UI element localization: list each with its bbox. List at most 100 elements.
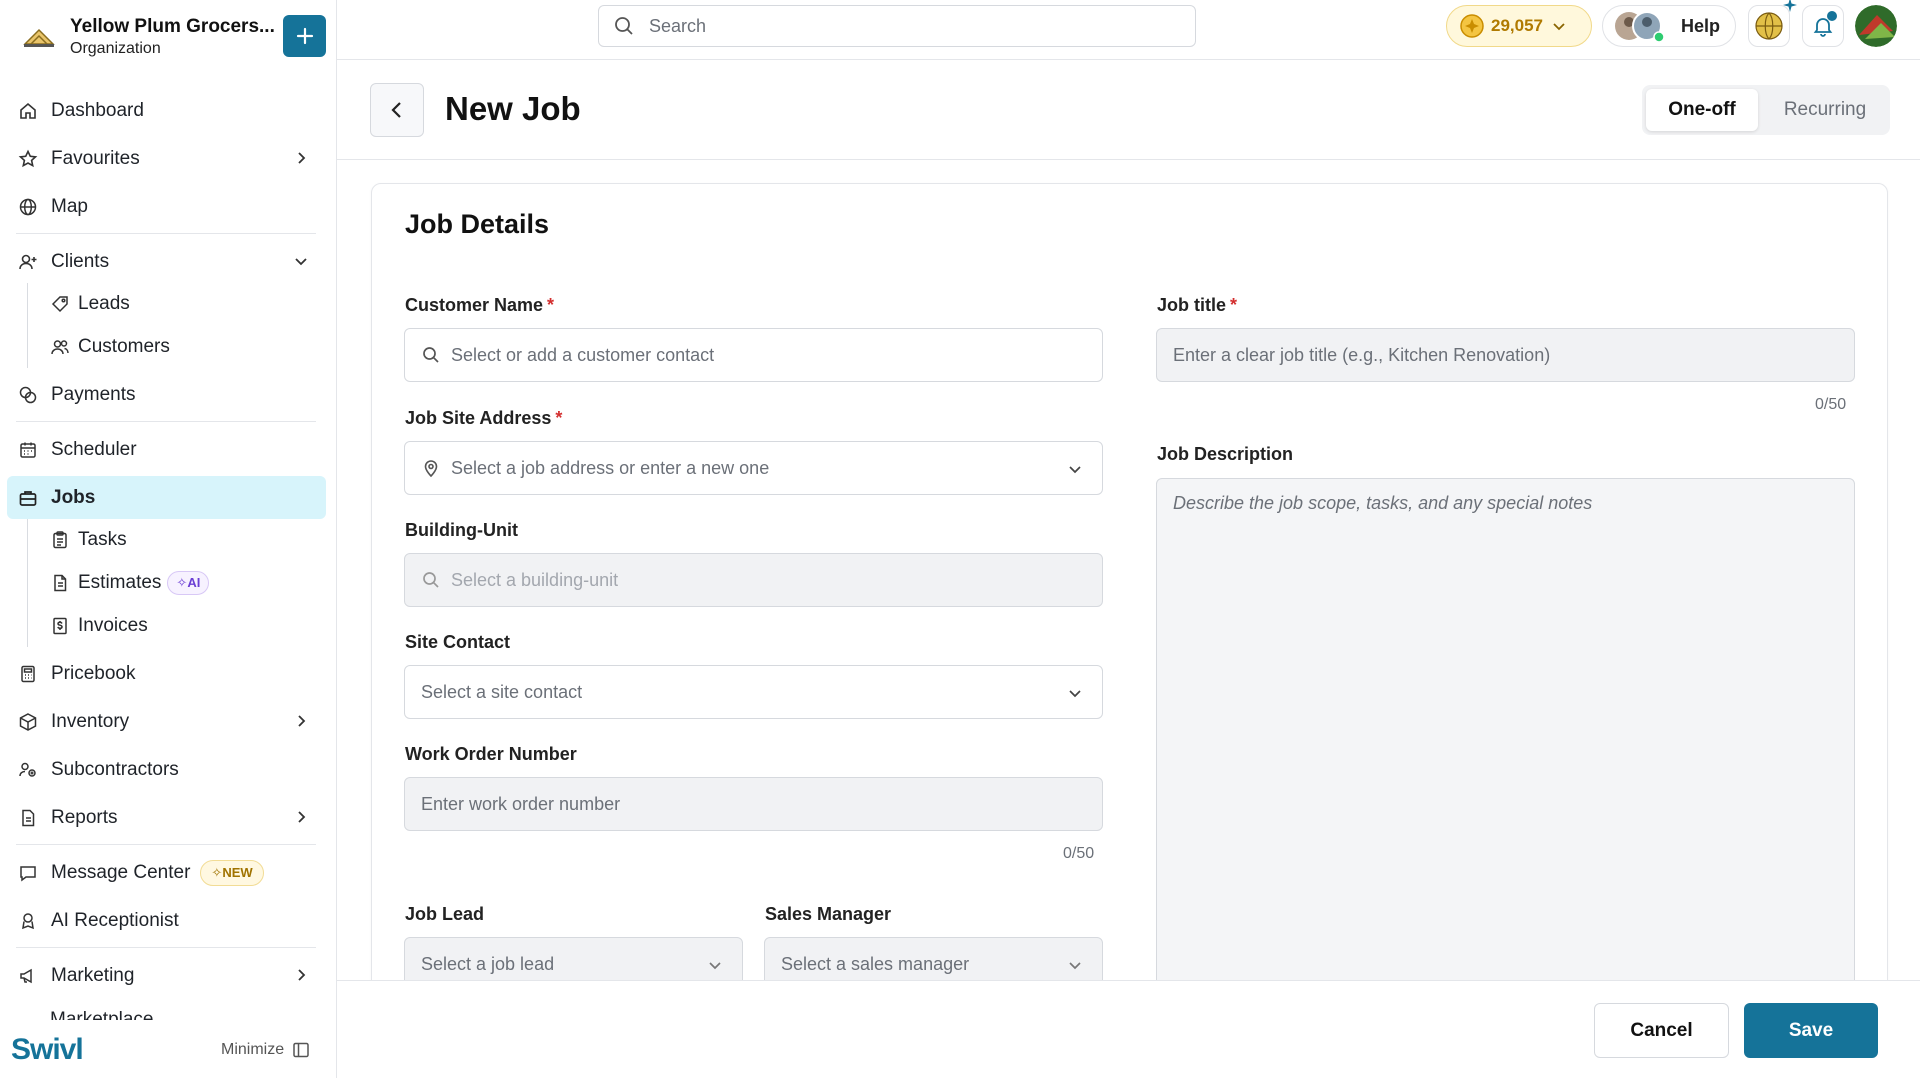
people-icon — [17, 759, 39, 781]
customer-name-field[interactable]: Select or add a customer contact — [404, 328, 1103, 382]
customer-name-placeholder: Select or add a customer contact — [451, 344, 715, 365]
chevron-down-icon — [1066, 956, 1084, 974]
sidebar-item-jobs[interactable]: Jobs — [7, 476, 326, 519]
work-order-number-label: Work Order Number — [405, 744, 577, 764]
sidebar-item-subcontractors[interactable]: Subcontractors — [7, 748, 326, 791]
building-unit-placeholder: Select a building-unit — [451, 569, 619, 590]
building-unit-label: Building-Unit — [405, 520, 518, 540]
sidebar-item-estimates[interactable]: Estimates ✧AI — [50, 564, 210, 602]
sidebar-item-favourites[interactable]: Favourites — [7, 137, 326, 180]
sidebar-item-payments[interactable]: Payments — [7, 373, 326, 416]
work-order-number-placeholder: Enter work order number — [421, 793, 621, 814]
sidebar-item-invoices[interactable]: Invoices — [50, 607, 148, 645]
sidebar-item-label: Subcontractors — [51, 758, 179, 780]
customer-name-label-text: Customer Name — [405, 295, 544, 315]
sidebar-item-pricebook[interactable]: Pricebook — [7, 652, 326, 695]
ai-badge: ✧AI — [167, 571, 210, 595]
brand-logo: Swivl — [11, 1033, 84, 1066]
sidebar-item-clients[interactable]: Clients — [7, 240, 326, 283]
location-pin-icon — [421, 458, 441, 478]
minimize-button[interactable]: Minimize — [221, 1041, 310, 1059]
tab-one-off[interactable]: One-off — [1646, 89, 1758, 131]
sidebar-item-marketing[interactable]: Marketing — [7, 954, 326, 997]
add-button[interactable] — [283, 15, 326, 57]
users-icon — [50, 337, 70, 357]
megaphone-icon — [17, 965, 39, 987]
chevron-right-icon — [291, 965, 311, 985]
top-bar: Search 29,057 Help — [337, 0, 1920, 60]
new-badge: ✧NEW — [200, 859, 264, 886]
briefcase-icon — [17, 487, 39, 509]
org-subtitle: Organization — [70, 40, 161, 57]
org-name: Yellow Plum Grocers... — [70, 16, 275, 37]
tab-recurring[interactable]: Recurring — [1764, 89, 1886, 131]
chevron-right-icon — [291, 148, 311, 168]
sidebar-toggle-icon — [292, 1041, 310, 1059]
sparkle-icon: ✧ — [211, 864, 223, 880]
search-input[interactable]: Search — [598, 5, 1196, 47]
search-placeholder: Search — [649, 15, 707, 36]
sidebar-item-reports[interactable]: Reports — [7, 796, 326, 839]
chevron-left-icon — [391, 102, 401, 118]
ball-icon — [1755, 12, 1783, 40]
sidebar-item-label: Tasks — [78, 529, 127, 550]
sidebar-item-label: Customers — [78, 336, 170, 357]
sidebar-item-label: Payments — [51, 383, 136, 405]
coins-balance-button[interactable]: 29,057 — [1446, 5, 1592, 47]
cancel-button[interactable]: Cancel — [1594, 1003, 1729, 1058]
sidebar-item-message-center[interactable]: Message Center ✧NEW — [7, 851, 326, 894]
sparkle-icon — [1783, 0, 1797, 12]
job-title-label-text: Job title — [1157, 295, 1227, 315]
sidebar-item-ai-receptionist[interactable]: AI Receptionist — [7, 899, 326, 942]
clipboard-icon — [50, 530, 70, 550]
chevron-down-icon — [706, 956, 724, 974]
sidebar-item-marketplace[interactable]: Marketplace — [16, 1008, 154, 1020]
job-title-field[interactable]: Enter a clear job title (e.g., Kitchen R… — [1156, 328, 1855, 382]
sidebar-item-dashboard[interactable]: Dashboard — [7, 89, 326, 132]
chevron-down-icon — [291, 251, 311, 271]
chevron-down-icon — [1066, 460, 1084, 478]
sidebar-item-inventory[interactable]: Inventory — [7, 700, 326, 743]
sidebar-item-map[interactable]: Map — [7, 185, 326, 228]
help-button[interactable]: Help — [1602, 5, 1736, 47]
job-title-placeholder: Enter a clear job title (e.g., Kitchen R… — [1173, 344, 1551, 365]
footer-actions: Cancel Save — [337, 980, 1920, 1078]
sidebar-item-scheduler[interactable]: Scheduler — [7, 428, 326, 471]
help-label: Help — [1681, 15, 1721, 36]
support-avatars — [1613, 9, 1669, 43]
divider — [16, 947, 316, 948]
job-site-address-field[interactable]: Select a job address or enter a new one — [404, 441, 1103, 495]
job-lead-placeholder: Select a job lead — [421, 953, 555, 974]
user-avatar[interactable] — [1855, 5, 1897, 47]
sales-manager-label: Sales Manager — [765, 904, 892, 924]
report-icon — [17, 807, 39, 829]
divider — [16, 421, 316, 422]
sidebar-item-customers[interactable]: Customers — [50, 328, 170, 366]
building-unit-field[interactable]: Select a building-unit — [404, 553, 1103, 607]
coin-icon — [1459, 13, 1485, 39]
notification-dot — [1827, 11, 1837, 21]
chevron-down-icon — [1551, 18, 1567, 34]
rewards-button[interactable] — [1748, 0, 1797, 47]
sidebar-footer: Swivl Minimize — [0, 1020, 336, 1078]
save-button[interactable]: Save — [1744, 1003, 1878, 1058]
notifications-button[interactable] — [1802, 5, 1844, 47]
search-icon — [613, 15, 635, 37]
customer-name-label: Customer Name * — [405, 295, 554, 316]
avatar-image — [1855, 5, 1897, 47]
sidebar-item-tasks[interactable]: Tasks — [50, 521, 127, 559]
job-lead-label: Job Lead — [405, 904, 485, 924]
sidebar: Yellow Plum Grocers... Organization Dash… — [0, 0, 337, 1078]
sidebar-item-label: Jobs — [51, 486, 96, 508]
globe-icon — [17, 196, 39, 218]
sidebar-item-label: Favourites — [51, 147, 140, 169]
sidebar-item-label: Map — [51, 195, 88, 217]
sidebar-item-label: Message Center — [51, 861, 191, 883]
work-order-number-field[interactable]: Enter work order number — [404, 777, 1103, 831]
back-button[interactable] — [370, 83, 424, 137]
job-description-textarea[interactable]: Describe the job scope, tasks, and any s… — [1156, 478, 1855, 998]
user-plus-icon — [17, 251, 39, 273]
sidebar-item-leads[interactable]: Leads — [50, 285, 130, 323]
site-contact-field[interactable]: Select a site contact — [404, 665, 1103, 719]
job-details-card: Job Details Customer Name * Select or add… — [371, 183, 1888, 1078]
